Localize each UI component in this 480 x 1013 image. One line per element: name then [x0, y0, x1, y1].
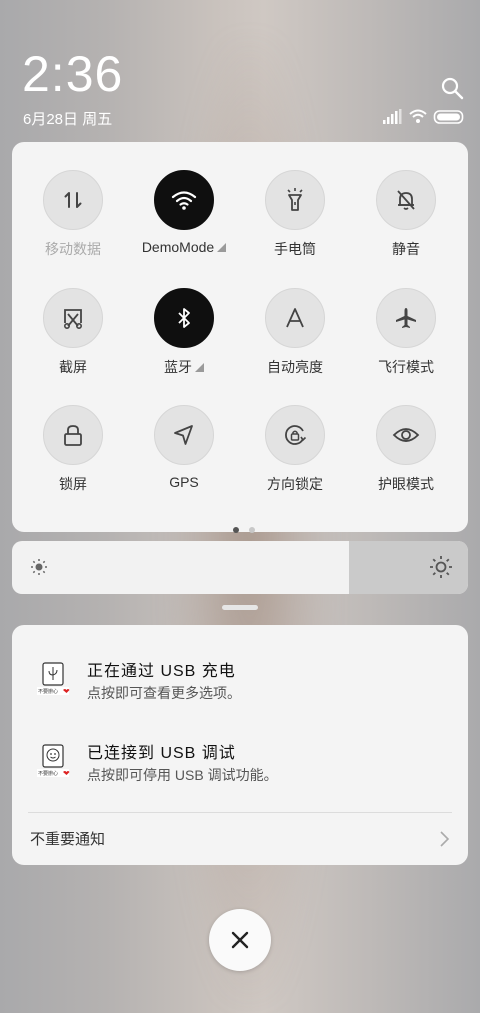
notification-title: 正在通过 USB 充电 — [87, 663, 236, 680]
tile-label: 静音 — [392, 241, 420, 257]
unimportant-notifications-link[interactable]: 不重要通知 — [30, 828, 105, 849]
tile-mobile-data[interactable]: 移动数据 — [18, 170, 128, 270]
brightness-low-icon — [31, 559, 47, 575]
eye-icon — [376, 405, 436, 465]
tile-label: 方向锁定 — [267, 476, 323, 492]
tile-flashlight[interactable]: 手电筒 — [240, 170, 350, 270]
expand-triangle-icon[interactable] — [195, 363, 204, 372]
usb-charge-app-icon: 不要辦心 — [37, 662, 70, 695]
tile-bluetooth[interactable]: 蓝牙 — [129, 288, 239, 388]
tile-label: 自动亮度 — [267, 359, 323, 375]
tile-label: 手电筒 — [274, 241, 316, 257]
wifi-status-icon — [409, 109, 427, 123]
clock: 2:36 — [22, 46, 124, 102]
divider — [28, 812, 452, 813]
tile-label: 截屏 — [59, 359, 87, 375]
tile-label: DemoMode — [129, 239, 239, 255]
notification-subtitle: 点按即可查看更多选项。 — [87, 685, 241, 701]
tile-airplane[interactable]: 飞行模式 — [351, 288, 461, 388]
tile-label: 护眼模式 — [378, 476, 434, 492]
tile-rotation-lock[interactable]: 方向锁定 — [240, 405, 350, 505]
brightness-high-icon — [430, 556, 452, 578]
expand-triangle-icon[interactable] — [217, 243, 227, 252]
notification-usb-debugging[interactable]: 不要辦心 已连接到 USB 调试 点按即可停用 USB 调试功能。 — [12, 733, 468, 803]
notification-subtitle: 点按即可停用 USB 调试功能。 — [87, 767, 278, 783]
mobile-data-icon — [43, 170, 103, 230]
status-icons — [383, 109, 464, 124]
brightness-slider[interactable] — [12, 541, 468, 594]
tile-eye-care[interactable]: 护眼模式 — [351, 405, 461, 505]
wifi-icon — [154, 170, 214, 230]
search-icon[interactable] — [440, 76, 464, 100]
tile-gps[interactable]: GPS — [129, 405, 239, 505]
tile-label: GPS — [169, 474, 199, 490]
tile-label: 飞行模式 — [378, 359, 434, 375]
gps-icon — [154, 405, 214, 465]
tile-label: 锁屏 — [59, 476, 87, 492]
signal-icon — [383, 109, 402, 124]
quick-settings-panel: 移动数据 DemoMode 手电筒 静音 截屏 蓝牙 自动亮度 飞行模式 锁屏 … — [12, 142, 468, 533]
mute-bell-icon — [376, 170, 436, 230]
auto-brightness-icon — [265, 288, 325, 348]
notification-panel: 不要辦心 正在通过 USB 充电 点按即可查看更多选项。 不要辦心 已连接到 U… — [12, 625, 468, 865]
clear-all-button[interactable] — [209, 909, 271, 971]
flashlight-icon — [265, 170, 325, 230]
page-dot-2[interactable] — [249, 527, 255, 533]
tile-label: 蓝牙 — [129, 357, 239, 377]
usb-debug-app-icon: 不要辦心 — [37, 744, 70, 777]
tile-label: 移动数据 — [45, 241, 101, 257]
screenshot-icon — [43, 288, 103, 348]
date: 6月28日 周五 — [23, 111, 113, 128]
page-indicator — [228, 520, 260, 538]
tile-mute[interactable]: 静音 — [351, 170, 461, 270]
notification-title: 已连接到 USB 调试 — [87, 745, 236, 762]
close-icon — [231, 931, 249, 949]
tile-screenshot[interactable]: 截屏 — [18, 288, 128, 388]
svg-text:不要辦心: 不要辦心 — [38, 688, 58, 695]
lock-icon — [43, 405, 103, 465]
drag-handle[interactable] — [222, 605, 258, 610]
airplane-icon — [376, 288, 436, 348]
tile-auto-brightness[interactable]: 自动亮度 — [240, 288, 350, 388]
tile-wifi[interactable]: DemoMode — [129, 170, 239, 270]
rotation-lock-icon — [265, 405, 325, 465]
tile-lock[interactable]: 锁屏 — [18, 405, 128, 505]
chevron-right-icon[interactable] — [438, 830, 450, 848]
battery-icon — [433, 110, 464, 124]
svg-text:不要辦心: 不要辦心 — [38, 770, 58, 777]
page-dot-1[interactable] — [233, 527, 239, 533]
bluetooth-icon — [154, 288, 214, 348]
notification-usb-charging[interactable]: 不要辦心 正在通过 USB 充电 点按即可查看更多选项。 — [12, 651, 468, 721]
